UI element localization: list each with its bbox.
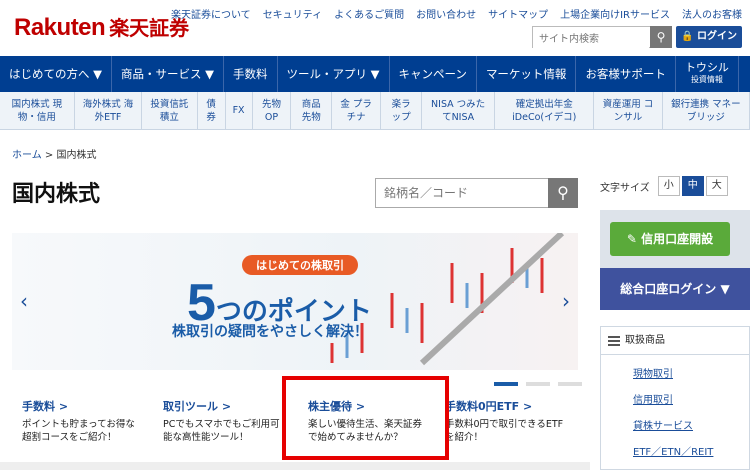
site-search-input[interactable]	[533, 29, 649, 50]
card-desc: PCでもスマホでもご利用可能な高性能ツール！	[163, 419, 280, 443]
header-link-sitemap[interactable]: サイトマップ	[488, 6, 548, 21]
page-title: 国内株式	[12, 182, 101, 207]
carousel-dot[interactable]	[558, 382, 582, 386]
subnav-item-futures[interactable]: 先物 OP	[253, 92, 292, 129]
nav-item-market[interactable]: マーケット情報	[477, 56, 577, 92]
lock-icon: 🔒	[681, 31, 694, 42]
breadcrumb: ホーム > 国内株式	[12, 146, 96, 161]
card-fees[interactable]: 手数料 > ポイントも貯まってお得な超割コースをご紹介！	[12, 392, 153, 458]
products-menu: 取扱商品 現物取引 信用取引 貸株サービス ETF／ETN／REIT	[600, 326, 750, 470]
sub-nav: 国内株式 現物・信用 海外株式 海外ETF 投資信託 積立 債券 FX 先物 O…	[0, 92, 750, 130]
nav-item-support[interactable]: お客様サポート	[576, 56, 676, 92]
content-divider	[0, 462, 590, 470]
subnav-item-foreign-stocks[interactable]: 海外株式 海外ETF	[75, 92, 143, 129]
rakuten-logo[interactable]: Rakuten 楽天証券	[14, 12, 189, 42]
search-icon[interactable]: ⚲	[548, 178, 578, 208]
header-link-about[interactable]: 楽天証券について	[171, 6, 251, 21]
top-header: Rakuten 楽天証券 楽天証券について セキュリティ よくあるご質問 お問い合…	[0, 0, 750, 56]
font-size-control: 文字サイズ 小 中 大	[600, 176, 740, 196]
carousel-dot[interactable]	[526, 382, 550, 386]
subnav-item-domestic-stocks[interactable]: 国内株式 現物・信用	[0, 92, 75, 129]
subnav-item-funds[interactable]: 投資信託 積立	[142, 92, 198, 129]
menu-icon	[608, 336, 620, 346]
highlight-box	[282, 376, 449, 460]
card-title[interactable]: 手数料0円ETF >	[445, 398, 566, 414]
subnav-item-money-bridge[interactable]: 銀行連携 マネーブリッジ	[663, 92, 750, 129]
header-link-faq[interactable]: よくあるご質問	[334, 6, 404, 21]
card-title[interactable]: 手数料 >	[22, 398, 143, 414]
subnav-item-gold[interactable]: 金 プラチナ	[332, 92, 382, 129]
header-link-corporate[interactable]: 法人のお客様	[682, 6, 742, 21]
breadcrumb-home[interactable]: ホーム	[12, 150, 42, 161]
subnav-item-rakuwrap[interactable]: 楽ラップ	[381, 92, 422, 129]
site-search: ⚲	[532, 26, 672, 50]
product-link-margin[interactable]: 信用取引	[633, 391, 749, 417]
stock-search: ⚲	[375, 178, 578, 208]
open-margin-account-button[interactable]: ✎ 信用口座開設	[610, 222, 730, 256]
nav-item-toshiru[interactable]: トウシル 投資情報	[676, 56, 739, 92]
subnav-item-bonds[interactable]: 債券	[198, 92, 226, 129]
nav-item-campaign[interactable]: キャンペーン	[390, 56, 477, 92]
subnav-item-commodities[interactable]: 商品先物	[291, 92, 333, 129]
login-button[interactable]: 🔒 ログイン	[676, 26, 742, 48]
product-link-etf[interactable]: ETF／ETN／REIT	[633, 443, 749, 469]
card-desc: 手数料0円で取引できるETFを紹介！	[445, 419, 564, 443]
breadcrumb-current: 国内株式	[56, 150, 97, 161]
hero-banner[interactable]: ‹ はじめての株取引 5つのポイント 株取引の疑問をやさしく解決！ ›	[12, 233, 578, 370]
card-title[interactable]: 取引ツール >	[163, 398, 284, 414]
breadcrumb-separator: >	[44, 150, 54, 161]
nav-item-fees[interactable]: 手数料	[224, 56, 278, 92]
header-link-security[interactable]: セキュリティ	[263, 6, 322, 21]
nav-item-products[interactable]: 商品・サービス ▼	[112, 56, 224, 92]
carousel-dot[interactable]	[494, 382, 518, 386]
header-link-ir[interactable]: 上場企業向けIRサービス	[560, 6, 670, 21]
account-login-button[interactable]: 総合口座ログイン ▼	[600, 268, 750, 310]
stock-search-input[interactable]	[376, 179, 546, 207]
font-size-large[interactable]: 大	[705, 176, 728, 196]
font-size-medium[interactable]: 中	[681, 176, 704, 196]
card-desc: ポイントも貯まってお得な超割コースをご紹介！	[22, 419, 135, 443]
subnav-item-consulting[interactable]: 資産運用 コンサル	[594, 92, 663, 129]
banner-next-button[interactable]: ›	[554, 233, 578, 370]
banner-subtext: 株取引の疑問をやさしく解決！	[172, 324, 368, 340]
subnav-item-ideco[interactable]: 確定拠出年金 iDeCo(イデコ)	[495, 92, 595, 129]
font-size-small[interactable]: 小	[657, 176, 680, 196]
search-icon[interactable]: ⚲	[650, 26, 672, 48]
subnav-item-fx[interactable]: FX	[226, 92, 253, 129]
products-header[interactable]: 取扱商品	[601, 327, 749, 355]
nav-item-tools[interactable]: ツール・アプリ ▼	[278, 56, 390, 92]
carousel-indicators	[494, 382, 582, 386]
banner-pill: はじめての株取引	[242, 255, 358, 275]
product-link-cash[interactable]: 現物取引	[633, 365, 749, 391]
main-nav: はじめての方へ ▼ 商品・サービス ▼ 手数料 ツール・アプリ ▼ キャンペーン…	[0, 56, 750, 92]
banner-prev-button[interactable]: ‹	[12, 233, 36, 370]
card-tools[interactable]: 取引ツール > PCでもスマホでもご利用可能な高性能ツール！	[153, 392, 294, 458]
subnav-item-nisa[interactable]: NISA つみたてNISA	[422, 92, 496, 129]
pen-icon	[419, 233, 565, 366]
card-etf[interactable]: 手数料0円ETF > 手数料0円で取引できるETFを紹介！	[435, 392, 576, 458]
font-size-label: 文字サイズ	[600, 182, 650, 194]
product-link-lending[interactable]: 貸株サービス	[633, 417, 749, 443]
header-link-contact[interactable]: お問い合わせ	[416, 6, 476, 21]
nav-item-beginners[interactable]: はじめての方へ ▼	[0, 56, 112, 92]
pencil-icon: ✎	[626, 232, 637, 246]
header-links: 楽天証券について セキュリティ よくあるご質問 お問い合わせ サイトマップ 上場…	[171, 6, 742, 21]
